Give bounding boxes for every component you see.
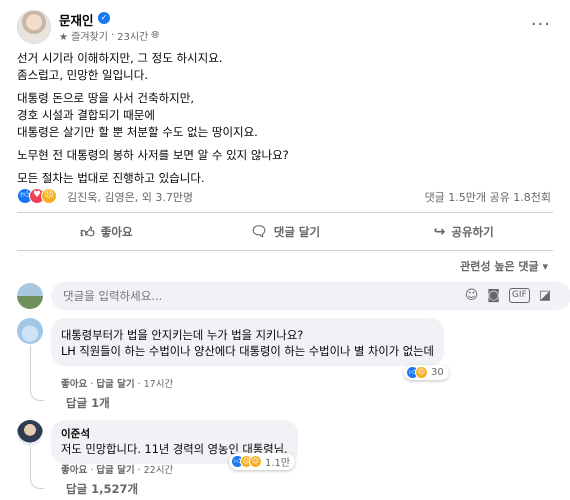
share-button[interactable]: ↪ 공유하기 [374, 218, 553, 246]
comment-line: LH 직원들이 하는 수법이나 양산에다 대통령이 하는 수법이나 별 차이가 … [61, 345, 434, 358]
share-icon: ↪ [433, 224, 446, 240]
author-avatar[interactable] [17, 10, 51, 44]
post-line: 선거 시기라 이해하지만, 그 정도 하시지요. [17, 51, 223, 65]
share-label: 공유하기 [451, 225, 494, 239]
post-paragraph: 모든 절차는 법대로 진행하고 있습니다. [17, 170, 547, 187]
comment-reaction-count: 1.1만 [265, 458, 291, 469]
post-body: 선거 시기라 이해하지만, 그 정도 하시지요. 좀스럽고, 민망한 일입니다.… [17, 50, 547, 193]
input-icons: ☺ ◙ GIF ◪ [465, 288, 551, 303]
comment-meta: 좋아요 · 답글 달기 · 17시간 [61, 379, 174, 390]
comment-time[interactable]: 22시간 [144, 465, 174, 476]
divider [17, 250, 553, 251]
post-line: 노무현 전 대통령의 봉하 사저를 보면 알 수 있지 않나요? [17, 148, 289, 162]
reactions-summary: 👍︎ ♥ ☹ 김진욱, 김영은, 외 3.7만명 댓글 1.5만개 공유 1.8… [17, 188, 557, 206]
haha-reaction-icon: ☺ [249, 455, 262, 468]
author-name[interactable]: 문재인 [59, 10, 94, 29]
meta-separator: · [110, 30, 115, 41]
thread-line [30, 345, 44, 401]
comment-bubble: 대통령부터가 법을 안지키는데 누가 법을 지키나요? LH 직원들이 하는 수… [51, 318, 444, 366]
reaction-icons[interactable]: 👍︎ ♥ ☹ [17, 188, 57, 204]
post-line: 대통령은 살기만 할 뿐 처분할 수도 없는 땅이지요. [17, 125, 258, 139]
emoji-icon[interactable]: ☺ [465, 288, 479, 303]
comment-time[interactable]: 17시간 [144, 379, 174, 390]
commenter-name[interactable]: 이준석 [61, 426, 288, 442]
like-button[interactable]: 👍︎ 좋아요 [17, 218, 196, 246]
sticker-icon[interactable]: ◪ [539, 288, 551, 303]
verified-icon: ✓ [98, 12, 110, 24]
thread-line [30, 447, 44, 489]
comment-reply-link[interactable]: 답글 달기 [96, 465, 134, 476]
post-header: 문재인 ✓ ★ 즐겨찾기 · 23시간 🌐︎ ··· [17, 8, 557, 46]
gif-icon[interactable]: GIF [508, 288, 530, 303]
comment-icon: 🗨︎ [249, 224, 268, 240]
comment-button[interactable]: 🗨︎ 댓글 달기 [196, 218, 375, 246]
comment-share-counts[interactable]: 댓글 1.5만개 공유 1.8천회 [425, 189, 551, 205]
favorites-label[interactable]: ★ 즐겨찾기 [59, 28, 108, 43]
post-line: 좀스럽고, 민망한 일입니다. [17, 68, 149, 82]
post-paragraph: 대통령 돈으로 땅을 사서 건축하지만, 경호 시설과 결합되기 때문에 대통령… [17, 90, 547, 141]
thumbs-up-icon: 👍︎ [80, 224, 95, 241]
user-avatar[interactable] [17, 283, 43, 309]
comment-like-link[interactable]: 좋아요 [61, 465, 87, 476]
globe-icon: 🌐︎ [151, 30, 160, 41]
comment-line: 대통령부터가 법을 안지키는데 누가 법을 지키나요? [61, 329, 304, 342]
more-icon[interactable]: ··· [531, 14, 551, 35]
view-replies-link[interactable]: 답글 1개 [60, 395, 110, 411]
commenter-avatar[interactable] [17, 420, 43, 446]
comment-label: 댓글 달기 [273, 225, 321, 239]
comment-reactions[interactable]: 👍︎ ☹ ☺ 1.1만 [229, 453, 296, 470]
post-line: 모든 절차는 법대로 진행하고 있습니다. [17, 171, 205, 185]
view-replies-link[interactable]: 답글 1,527개 [60, 481, 138, 497]
post-meta: ★ 즐겨찾기 · 23시간 🌐︎ [59, 28, 159, 43]
action-bar: 👍︎ 좋아요 🗨︎ 댓글 달기 ↪ 공유하기 [17, 218, 553, 246]
comment-meta: 좋아요 · 답글 달기 · 22시간 [61, 465, 174, 476]
comment-reply-link[interactable]: 답글 달기 [96, 379, 134, 390]
reactor-names[interactable]: 김진욱, 김영은, 외 3.7만명 [67, 189, 193, 205]
sad-reaction-icon: ☹ [415, 366, 428, 379]
comment-reactions[interactable]: 👍︎ ☹ 30 [404, 365, 449, 380]
post-line: 대통령 돈으로 땅을 사서 건축하지만, [17, 91, 194, 105]
comment-reaction-count: 30 [431, 367, 444, 378]
sad-reaction-icon: ☹ [41, 188, 57, 204]
camera-icon[interactable]: ◙ [487, 288, 500, 303]
divider [17, 212, 553, 213]
reply-count: 답글 1,527개 [66, 482, 139, 496]
comment-input-row: ☺ ◙ GIF ◪ [17, 282, 570, 310]
post-paragraph: 노무현 전 대통령의 봉하 사저를 보면 알 수 있지 않나요? [17, 147, 547, 164]
post-paragraph: 선거 시기라 이해하지만, 그 정도 하시지요. 좀스럽고, 민망한 일입니다. [17, 50, 547, 84]
post-time[interactable]: 23시간 [117, 28, 148, 43]
post-line: 경호 시설과 결합되기 때문에 [17, 108, 155, 122]
reply-count: 답글 1개 [66, 396, 110, 410]
like-label: 좋아요 [100, 225, 133, 239]
comment-like-link[interactable]: 좋아요 [61, 379, 87, 390]
comment-sort-dropdown[interactable]: 관련성 높은 댓글 ▾ [460, 258, 548, 274]
commenter-avatar[interactable] [17, 318, 43, 344]
